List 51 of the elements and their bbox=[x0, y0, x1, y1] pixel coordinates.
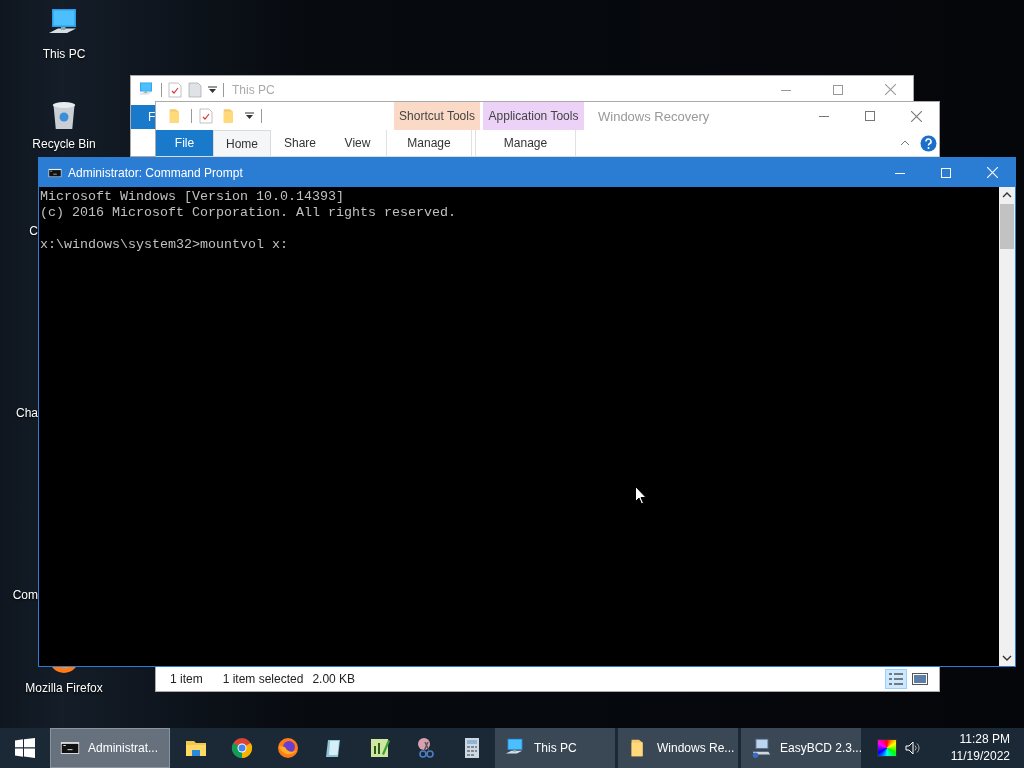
dropdown-caret-icon[interactable] bbox=[208, 85, 217, 94]
window-title: This PC bbox=[232, 82, 275, 97]
close-icon[interactable] bbox=[884, 84, 896, 95]
maximize-icon[interactable] bbox=[865, 111, 875, 121]
color-display-icon[interactable] bbox=[876, 739, 897, 757]
contextual-tab-header: Shortcut Tools bbox=[394, 102, 480, 130]
desktop-icon-label[interactable]: Cha bbox=[16, 406, 38, 420]
taskbar-window-button[interactable]: EasyBCD 2.3... bbox=[741, 728, 861, 768]
window-title: Windows Recovery bbox=[598, 107, 710, 126]
clock-time: 11:28 PM bbox=[959, 731, 1010, 748]
chart-icon bbox=[368, 736, 392, 760]
contextual-tab-header: Application Tools bbox=[483, 102, 584, 130]
clock-date: 11/19/2022 bbox=[950, 748, 1010, 765]
scrollbar-thumb[interactable] bbox=[1000, 204, 1014, 249]
mouse-pointer-icon bbox=[635, 486, 647, 505]
file-tab[interactable]: F bbox=[131, 105, 155, 129]
close-icon[interactable] bbox=[910, 110, 922, 122]
help-icon[interactable] bbox=[920, 134, 937, 152]
status-text: 1 item bbox=[170, 672, 203, 686]
dropdown-caret-icon[interactable] bbox=[245, 112, 254, 120]
console-line: x:\windows\system32>mountvol x: bbox=[40, 237, 289, 253]
ribbon-tab[interactable]: Home bbox=[213, 130, 271, 156]
browser-icon bbox=[230, 736, 254, 760]
scrollbar[interactable] bbox=[999, 187, 1015, 666]
window-title: Administrator: Command Prompt bbox=[68, 165, 243, 180]
console-line: (c) 2016 Microsoft Corporation. All rights reserved. bbox=[40, 205, 457, 221]
console-line: Microsoft Windows [Version 10.0.14393] bbox=[40, 189, 345, 205]
browser-icon bbox=[276, 736, 300, 760]
monitor-icon bbox=[750, 737, 772, 759]
start-icon[interactable] bbox=[15, 738, 35, 758]
ribbon-tab[interactable]: Manage bbox=[386, 130, 472, 156]
taskbar-window-button[interactable]: Windows Re... bbox=[618, 728, 738, 768]
desktop-icon-label[interactable]: This PC bbox=[42, 47, 86, 61]
status-text: 2.00 KB bbox=[312, 672, 356, 686]
speaker-icon[interactable] bbox=[904, 741, 921, 755]
taskbar-window-button[interactable]: Administrat... bbox=[50, 728, 170, 768]
collapse-ribbon-icon[interactable] bbox=[900, 140, 910, 146]
properties-icon[interactable] bbox=[199, 108, 213, 124]
desktop-icon-label[interactable]: Recycle Bin bbox=[32, 137, 96, 151]
desktop-icon-label[interactable]: C bbox=[29, 224, 38, 238]
ribbon-tab[interactable]: View bbox=[329, 130, 386, 156]
details-view-button[interactable] bbox=[885, 669, 907, 689]
ribbon-tab[interactable]: Share bbox=[271, 130, 329, 156]
desktop-icon-label[interactable]: Com bbox=[12, 588, 38, 602]
maximize-icon[interactable] bbox=[833, 84, 843, 95]
ribbon-tab[interactable]: Manage bbox=[475, 130, 576, 156]
properties-icon[interactable] bbox=[168, 81, 182, 98]
taskbar-window-button[interactable]: This PC bbox=[495, 728, 615, 768]
status-text: 1 item selected bbox=[222, 672, 304, 686]
desktop-icon-label[interactable]: Mozilla Firefox bbox=[25, 681, 103, 695]
file-tab[interactable]: File bbox=[156, 130, 213, 156]
